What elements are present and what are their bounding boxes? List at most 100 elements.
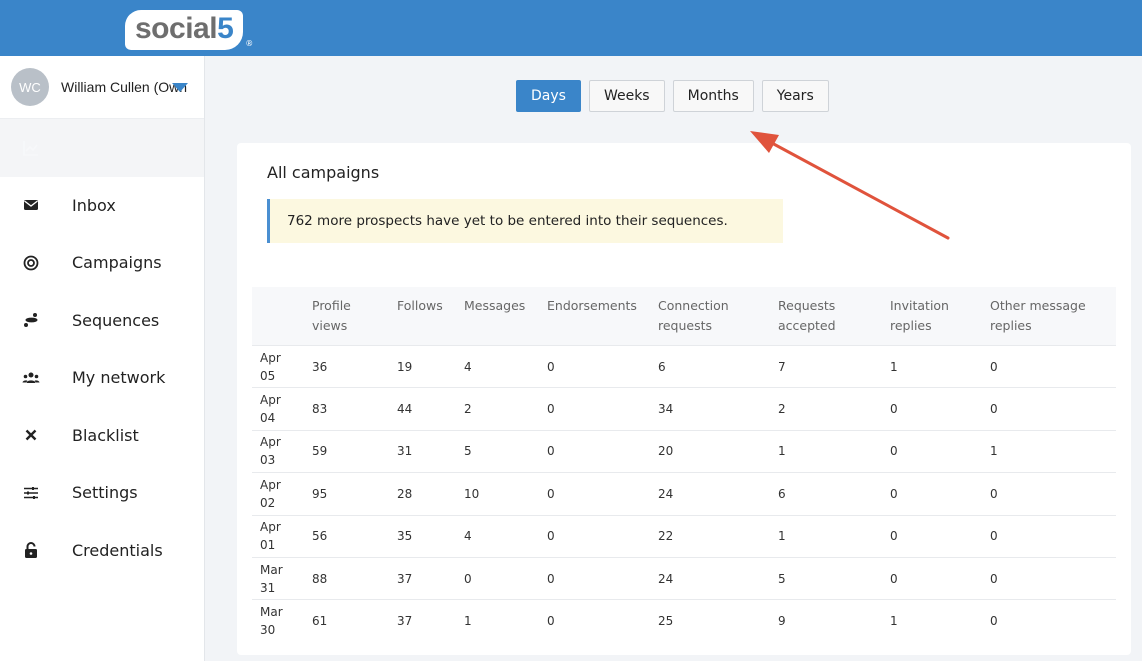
x-icon xyxy=(0,426,72,444)
cell-requests-accepted: 1 xyxy=(770,514,882,558)
cell-connection-requests: 24 xyxy=(650,472,770,516)
col-header-profile-views: Profile views xyxy=(312,298,351,333)
sidebar-item-dashboard[interactable]: Dashboard xyxy=(0,119,204,177)
cell-other-replies: 1 xyxy=(982,429,1116,473)
cell-connection-requests: 24 xyxy=(650,556,770,600)
sidebar-item-campaigns[interactable]: Campaigns xyxy=(0,234,204,292)
chart-icon xyxy=(0,139,72,157)
sidebar-item-inbox[interactable]: Inbox xyxy=(0,177,204,235)
sidebar-item-blacklist[interactable]: Blacklist xyxy=(0,407,204,465)
row-date-month: Apr xyxy=(260,350,281,365)
cell-other-replies: 0 xyxy=(982,344,1116,388)
sidebar-item-settings[interactable]: Settings xyxy=(0,464,204,522)
cell-profile-views: 56 xyxy=(304,514,389,558)
cell-follows: 37 xyxy=(389,556,456,600)
cell-requests-accepted: 5 xyxy=(770,556,882,600)
time-range-selector: Days Weeks Months Years xyxy=(516,80,829,112)
social5-logo[interactable]: social5 ® xyxy=(125,10,253,50)
row-date: Apr 04 xyxy=(252,387,304,431)
cell-endorsements: 0 xyxy=(539,344,650,388)
cell-follows: 35 xyxy=(389,514,456,558)
cell-messages: 0 xyxy=(456,556,539,600)
cell-profile-views: 61 xyxy=(304,599,389,643)
cell-follows: 44 xyxy=(389,387,456,431)
users-icon xyxy=(0,369,72,387)
row-date-day: 30 xyxy=(260,623,276,638)
campaign-stats-table: Profile views Follows Messages Endorsemen… xyxy=(252,287,1116,643)
sidebar-item-sequences[interactable]: Sequences xyxy=(0,292,204,350)
cell-profile-views: 95 xyxy=(304,472,389,516)
table-row: Apr 01 56 35 4 0 22 1 0 0 xyxy=(252,514,1116,558)
weeks-button[interactable]: Weeks xyxy=(588,80,665,112)
cell-other-replies: 0 xyxy=(982,514,1116,558)
cell-requests-accepted: 2 xyxy=(770,387,882,431)
row-date-month: Apr xyxy=(260,520,281,535)
row-date-month: Mar xyxy=(260,562,283,577)
cell-messages: 4 xyxy=(456,344,539,388)
cell-endorsements: 0 xyxy=(539,429,650,473)
cell-invitation-replies: 0 xyxy=(882,429,982,473)
col-header-messages: Messages xyxy=(464,298,526,313)
cell-invitation-replies: 0 xyxy=(882,387,982,431)
cell-requests-accepted: 9 xyxy=(770,599,882,643)
campaigns-card: All campaigns 762 more prospects have ye… xyxy=(237,143,1131,655)
col-header-invitation-replies: Invitation replies xyxy=(890,298,949,333)
user-menu[interactable]: WC William Cullen (Own xyxy=(0,56,204,119)
sidebar-item-label: Dashboard xyxy=(72,138,159,158)
row-date-day: 01 xyxy=(260,538,276,553)
row-date-month: Apr xyxy=(260,477,281,492)
cell-messages: 1 xyxy=(456,599,539,643)
cell-profile-views: 36 xyxy=(304,344,389,388)
cell-invitation-replies: 0 xyxy=(882,556,982,600)
lock-icon xyxy=(0,541,72,559)
pending-prospects-notice: 762 more prospects have yet to be entere… xyxy=(267,199,783,243)
cell-messages: 5 xyxy=(456,429,539,473)
cell-invitation-replies: 0 xyxy=(882,472,982,516)
cell-endorsements: 0 xyxy=(539,387,650,431)
row-date: Mar 31 xyxy=(252,556,304,600)
table-row: Apr 05 36 19 4 0 6 7 1 0 xyxy=(252,344,1116,388)
years-button[interactable]: Years xyxy=(761,80,829,112)
cell-requests-accepted: 1 xyxy=(770,429,882,473)
row-date: Apr 01 xyxy=(252,514,304,558)
table-row: Mar 30 61 37 1 0 25 9 1 0 xyxy=(252,599,1116,643)
cell-messages: 10 xyxy=(456,472,539,516)
cell-profile-views: 59 xyxy=(304,429,389,473)
logo-number: 5 xyxy=(217,12,234,45)
sidebar-item-label: Sequences xyxy=(72,310,160,330)
col-header-connection-requests: Connection requests xyxy=(658,298,729,333)
sidebar: WC William Cullen (Own Dashboard Inbox C… xyxy=(0,56,205,661)
row-date: Apr 02 xyxy=(252,472,304,516)
cell-endorsements: 0 xyxy=(539,472,650,516)
cell-invitation-replies: 1 xyxy=(882,599,982,643)
months-button[interactable]: Months xyxy=(672,80,754,112)
row-date-day: 31 xyxy=(260,580,276,595)
cell-follows: 37 xyxy=(389,599,456,643)
sliders-icon xyxy=(0,484,72,502)
cell-connection-requests: 22 xyxy=(650,514,770,558)
row-date: Apr 03 xyxy=(252,429,304,473)
row-date-day: 04 xyxy=(260,411,276,426)
avatar: WC xyxy=(11,68,49,106)
table-row: Apr 03 59 31 5 0 20 1 0 1 xyxy=(252,429,1116,473)
cell-connection-requests: 20 xyxy=(650,429,770,473)
cell-profile-views: 83 xyxy=(304,387,389,431)
logo-registered-mark: ® xyxy=(245,38,254,48)
cell-requests-accepted: 7 xyxy=(770,344,882,388)
caret-down-icon[interactable] xyxy=(172,83,188,92)
row-date-month: Apr xyxy=(260,393,281,408)
sidebar-item-my-network[interactable]: My network xyxy=(0,349,204,407)
sidebar-item-label: Settings xyxy=(72,483,138,503)
sidebar-item-credentials[interactable]: Credentials xyxy=(0,522,204,580)
cell-invitation-replies: 0 xyxy=(882,514,982,558)
cell-messages: 2 xyxy=(456,387,539,431)
col-header-other-message-replies: Other message replies xyxy=(990,298,1086,333)
sidebar-item-label: Blacklist xyxy=(72,425,139,445)
notice-text: 762 more prospects have yet to be entere… xyxy=(287,213,728,229)
sidebar-item-label: Inbox xyxy=(72,195,116,215)
days-button[interactable]: Days xyxy=(516,80,581,112)
col-header-endorsements: Endorsements xyxy=(547,298,637,313)
row-date: Apr 05 xyxy=(252,344,304,388)
cell-follows: 31 xyxy=(389,429,456,473)
top-bar: social5 ® xyxy=(0,0,1142,56)
